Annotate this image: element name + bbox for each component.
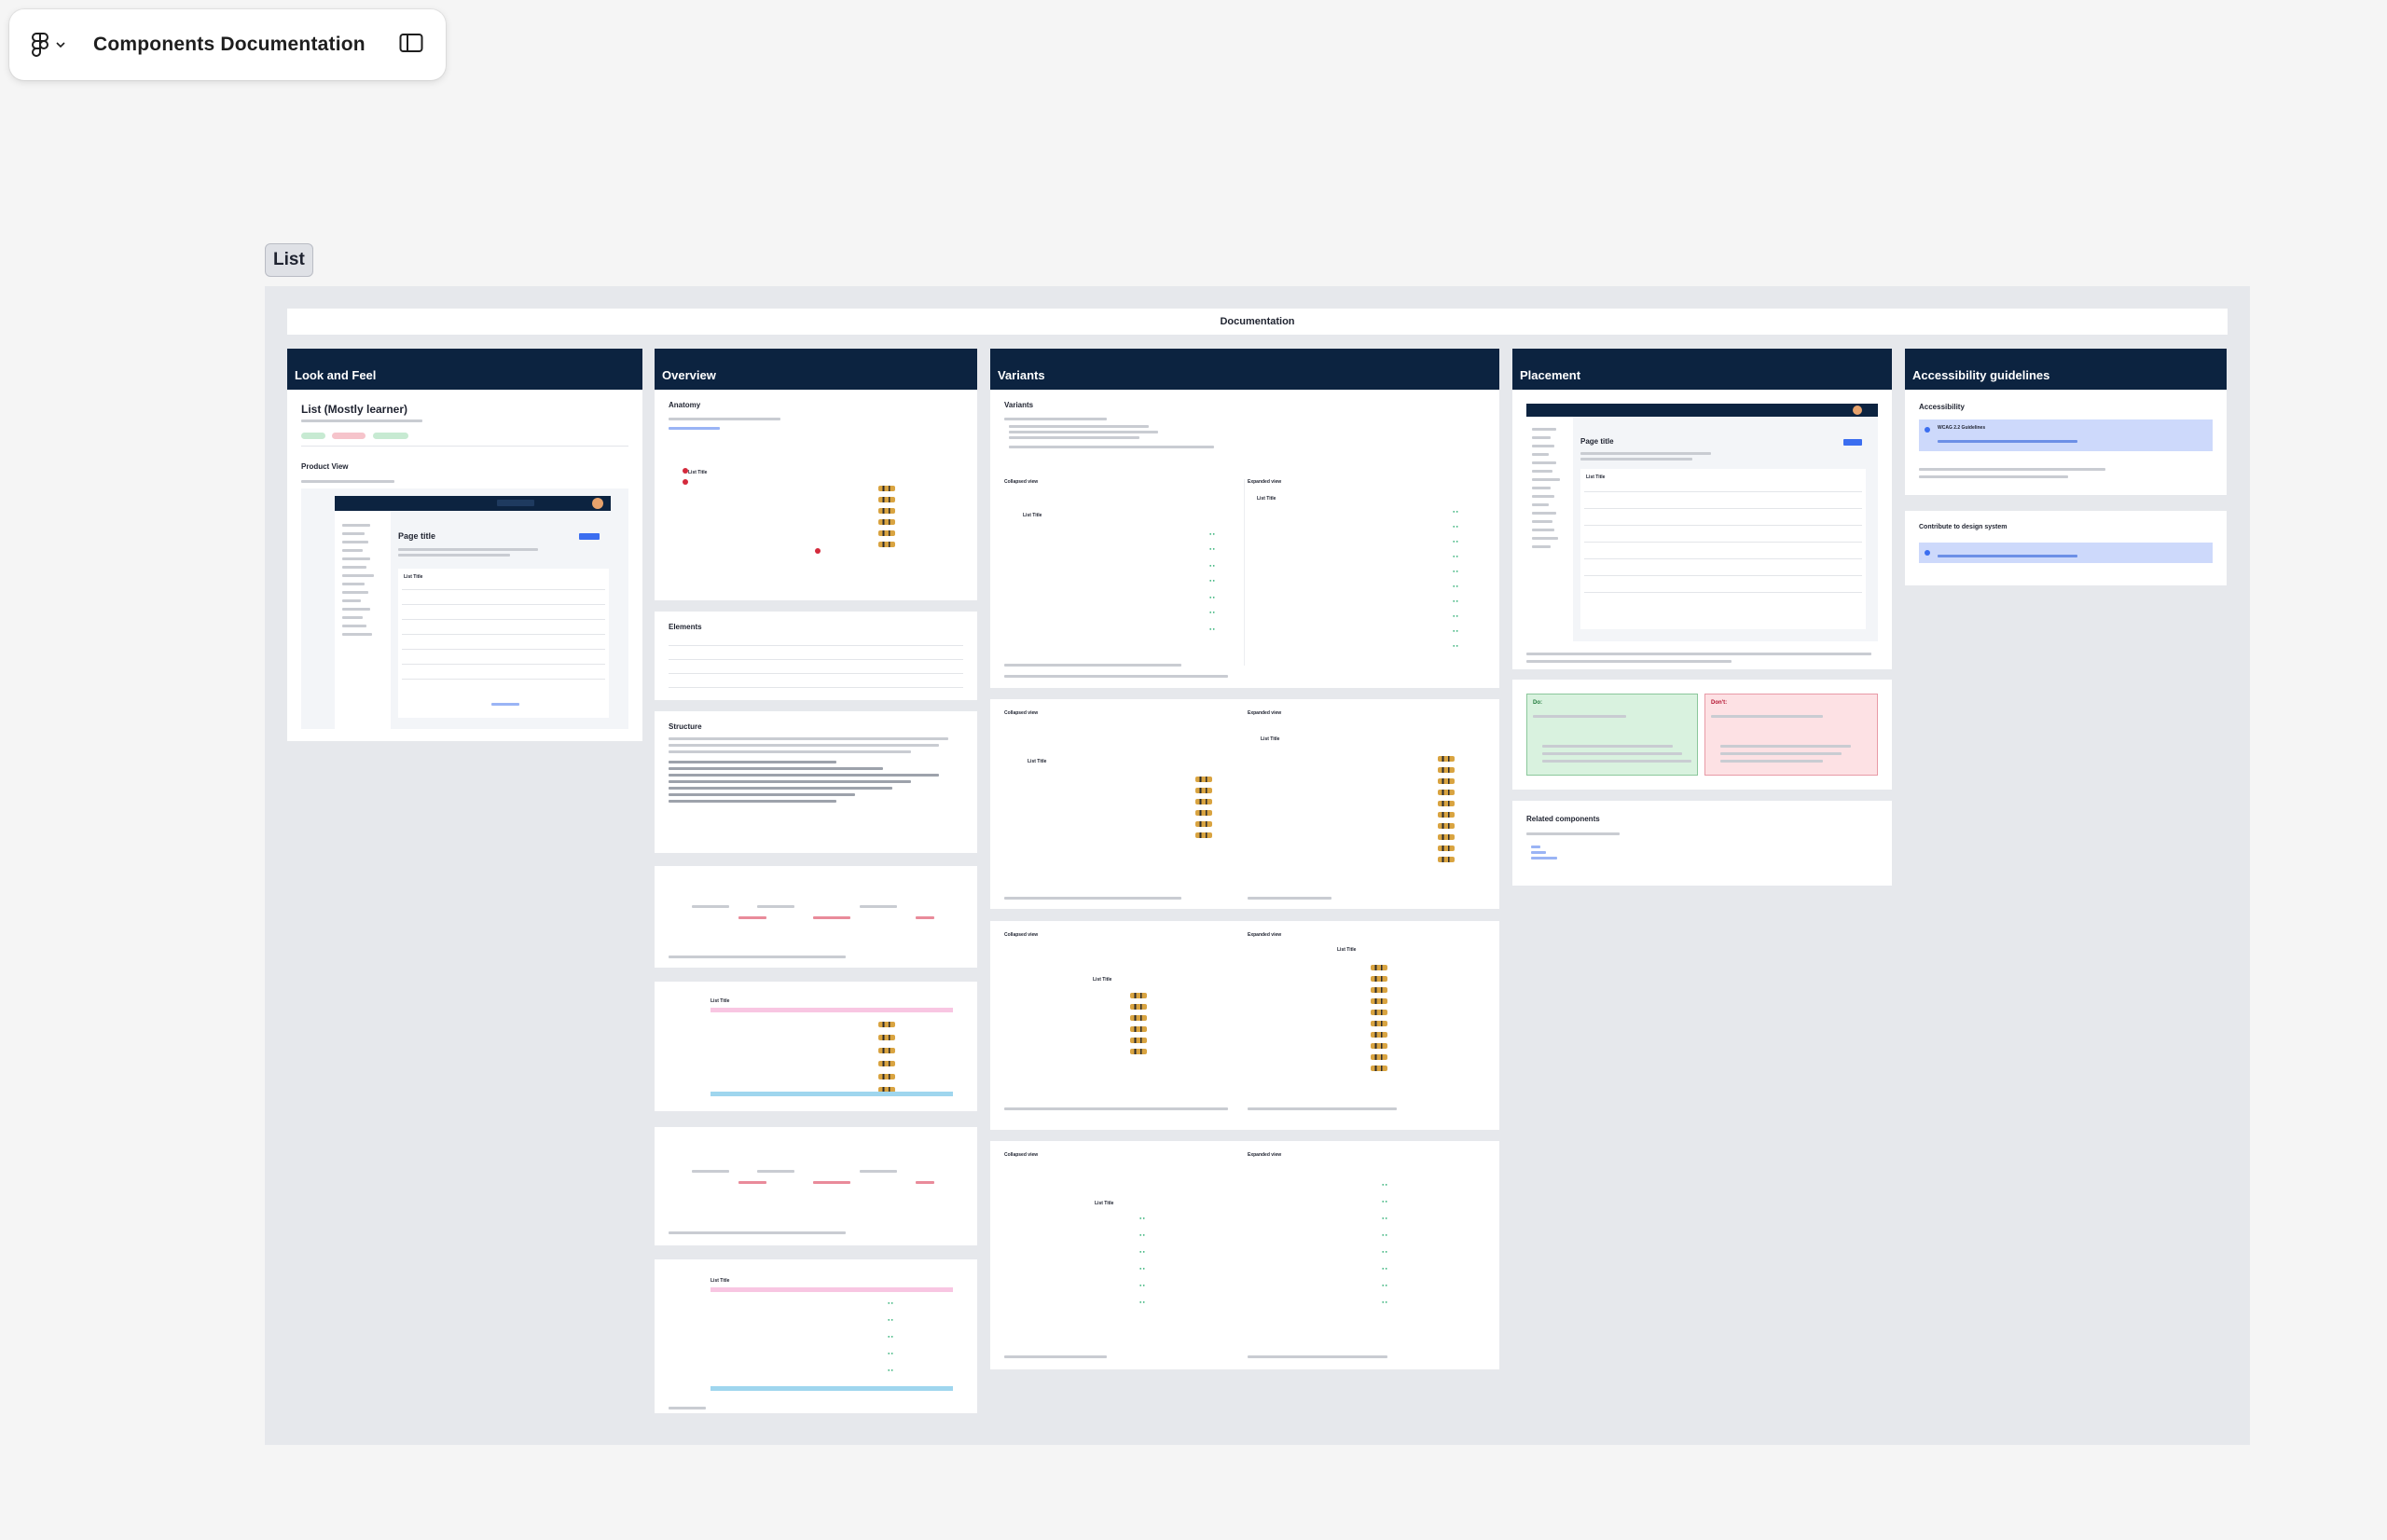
figma-logo-icon — [32, 33, 48, 57]
wcag-info-box: WCAG 2.2 Guidelines — [1919, 419, 2213, 451]
list-title: List Title — [1095, 1201, 1114, 1206]
column-accessibility: Accessibility guidelines Accessibility W… — [1905, 349, 2227, 585]
mockup-page-title: Page title — [398, 531, 436, 541]
collapsed-view-label: Collapsed view — [1004, 710, 1039, 716]
info-icon — [1925, 427, 1930, 433]
anatomy-list-title: List Title — [688, 470, 708, 475]
column-title: Variants — [990, 349, 1499, 390]
spacing-card: List Title — [655, 982, 977, 1111]
accessibility-card: Accessibility WCAG 2.2 Guidelines — [1905, 390, 2227, 495]
related-heading: Related components — [1526, 815, 1600, 823]
status-badge — [372, 433, 408, 439]
info-icon — [1925, 550, 1930, 556]
column-title: Overview — [655, 349, 977, 390]
collapsed-view-label: Collapsed view — [1004, 1152, 1039, 1158]
elements-card: Elements — [655, 612, 977, 700]
contribute-heading: Contribute to design system — [1919, 524, 2008, 530]
column-look-and-feel: Look and Feel List (Mostly learner) Prod… — [287, 349, 642, 741]
column-title: Accessibility guidelines — [1905, 349, 2227, 390]
column-overview: Overview Anatomy List Title Elements Str… — [655, 349, 977, 1413]
column-title: Placement — [1512, 349, 1892, 390]
properties-card-2 — [655, 1127, 977, 1245]
properties-card — [655, 866, 977, 968]
sidebar-toggle-icon — [399, 33, 423, 58]
spacing-card-2: List Title ● ● ● ● ● ● ● ● ● ● — [655, 1259, 977, 1413]
figma-toolbar: Components Documentation — [9, 9, 446, 80]
collapsed-view-label: Collapsed view — [1004, 932, 1039, 938]
accessibility-heading: Accessibility — [1919, 403, 1965, 411]
collapsed-panel: Collapsed view List Title ● ● ● ● ● ● ● … — [1004, 479, 1245, 666]
placement-card: Page title List Title — [1512, 390, 1892, 669]
do-label: Do: — [1533, 700, 1542, 706]
contribute-info-box — [1919, 543, 2213, 563]
variants-heading: Variants — [1004, 401, 1034, 409]
placement-mockup: Page title List Title — [1526, 404, 1878, 641]
variants-card-2: Collapsed view Expanded view List Title … — [990, 699, 1499, 909]
anatomy-heading: Anatomy — [669, 401, 701, 409]
elements-heading: Elements — [669, 623, 702, 631]
related-components-card: Related components — [1512, 801, 1892, 886]
frame-label[interactable]: List — [265, 243, 313, 277]
status-badge — [332, 433, 366, 439]
documentation-header: Documentation — [287, 309, 2228, 335]
dont-label: Don't: — [1711, 700, 1728, 706]
contribute-card: Contribute to design system — [1905, 511, 2227, 585]
collapsed-list-title: List Title — [1023, 513, 1042, 518]
product-view-mockup: Page title List Title — [301, 488, 628, 729]
component-title: List (Mostly learner) — [301, 403, 408, 416]
main-menu-button[interactable] — [32, 33, 65, 57]
dont-box: Don't: — [1704, 694, 1878, 776]
expanded-view-label: Expanded view — [1248, 932, 1282, 938]
expanded-panel: Expanded view List Title ● ● ● ● ● ● ● ●… — [1248, 479, 1488, 666]
list-title: List Title — [1337, 947, 1357, 953]
look-and-feel-card: List (Mostly learner) Product View Page … — [287, 390, 642, 741]
spacing-list-title-2: List Title — [711, 1278, 730, 1284]
variants-card-4: Collapsed view Expanded view List Title … — [990, 1141, 1499, 1369]
expanded-view-label: Expanded view — [1248, 479, 1282, 485]
do-dont-card: Do: Don't: — [1512, 680, 1892, 790]
sidebar-toggle-button[interactable] — [399, 33, 423, 58]
list-frame[interactable]: Documentation Look and Feel List (Mostly… — [265, 286, 2250, 1445]
collapsed-view-label: Collapsed view — [1004, 479, 1039, 485]
column-placement: Placement Page title List Title Do: Don'… — [1512, 349, 1892, 886]
column-variants: Variants Variants Collapsed view List Ti… — [990, 349, 1499, 1369]
avatar — [1853, 406, 1862, 415]
mockup-list-title: List Title — [1586, 474, 1606, 480]
expanded-view-label: Expanded view — [1248, 710, 1282, 716]
anatomy-card: Anatomy List Title — [655, 390, 977, 600]
spacing-list-title: List Title — [711, 998, 730, 1004]
structure-card: Structure — [655, 711, 977, 853]
expanded-view-label: Expanded view — [1248, 1152, 1282, 1158]
product-view-heading: Product View — [301, 462, 349, 471]
mockup-list-title: List Title — [404, 574, 423, 580]
list-title: List Title — [1028, 759, 1047, 764]
structure-heading: Structure — [669, 722, 702, 731]
list-title: List Title — [1093, 977, 1112, 983]
column-title: Look and Feel — [287, 349, 642, 390]
variants-card-3: Collapsed view Expanded view List Title … — [990, 921, 1499, 1130]
avatar — [592, 498, 603, 509]
list-title: List Title — [1261, 736, 1280, 742]
chevron-down-icon — [56, 41, 65, 48]
file-title[interactable]: Components Documentation — [93, 34, 366, 56]
status-badge — [301, 433, 325, 439]
wcag-link[interactable]: WCAG 2.2 Guidelines — [1938, 425, 1985, 431]
variants-card-1: Variants Collapsed view List Title ● ● ●… — [990, 390, 1499, 688]
expanded-list-title: List Title — [1257, 496, 1276, 502]
do-box: Do: — [1526, 694, 1698, 776]
mockup-page-title: Page title — [1580, 437, 1614, 446]
